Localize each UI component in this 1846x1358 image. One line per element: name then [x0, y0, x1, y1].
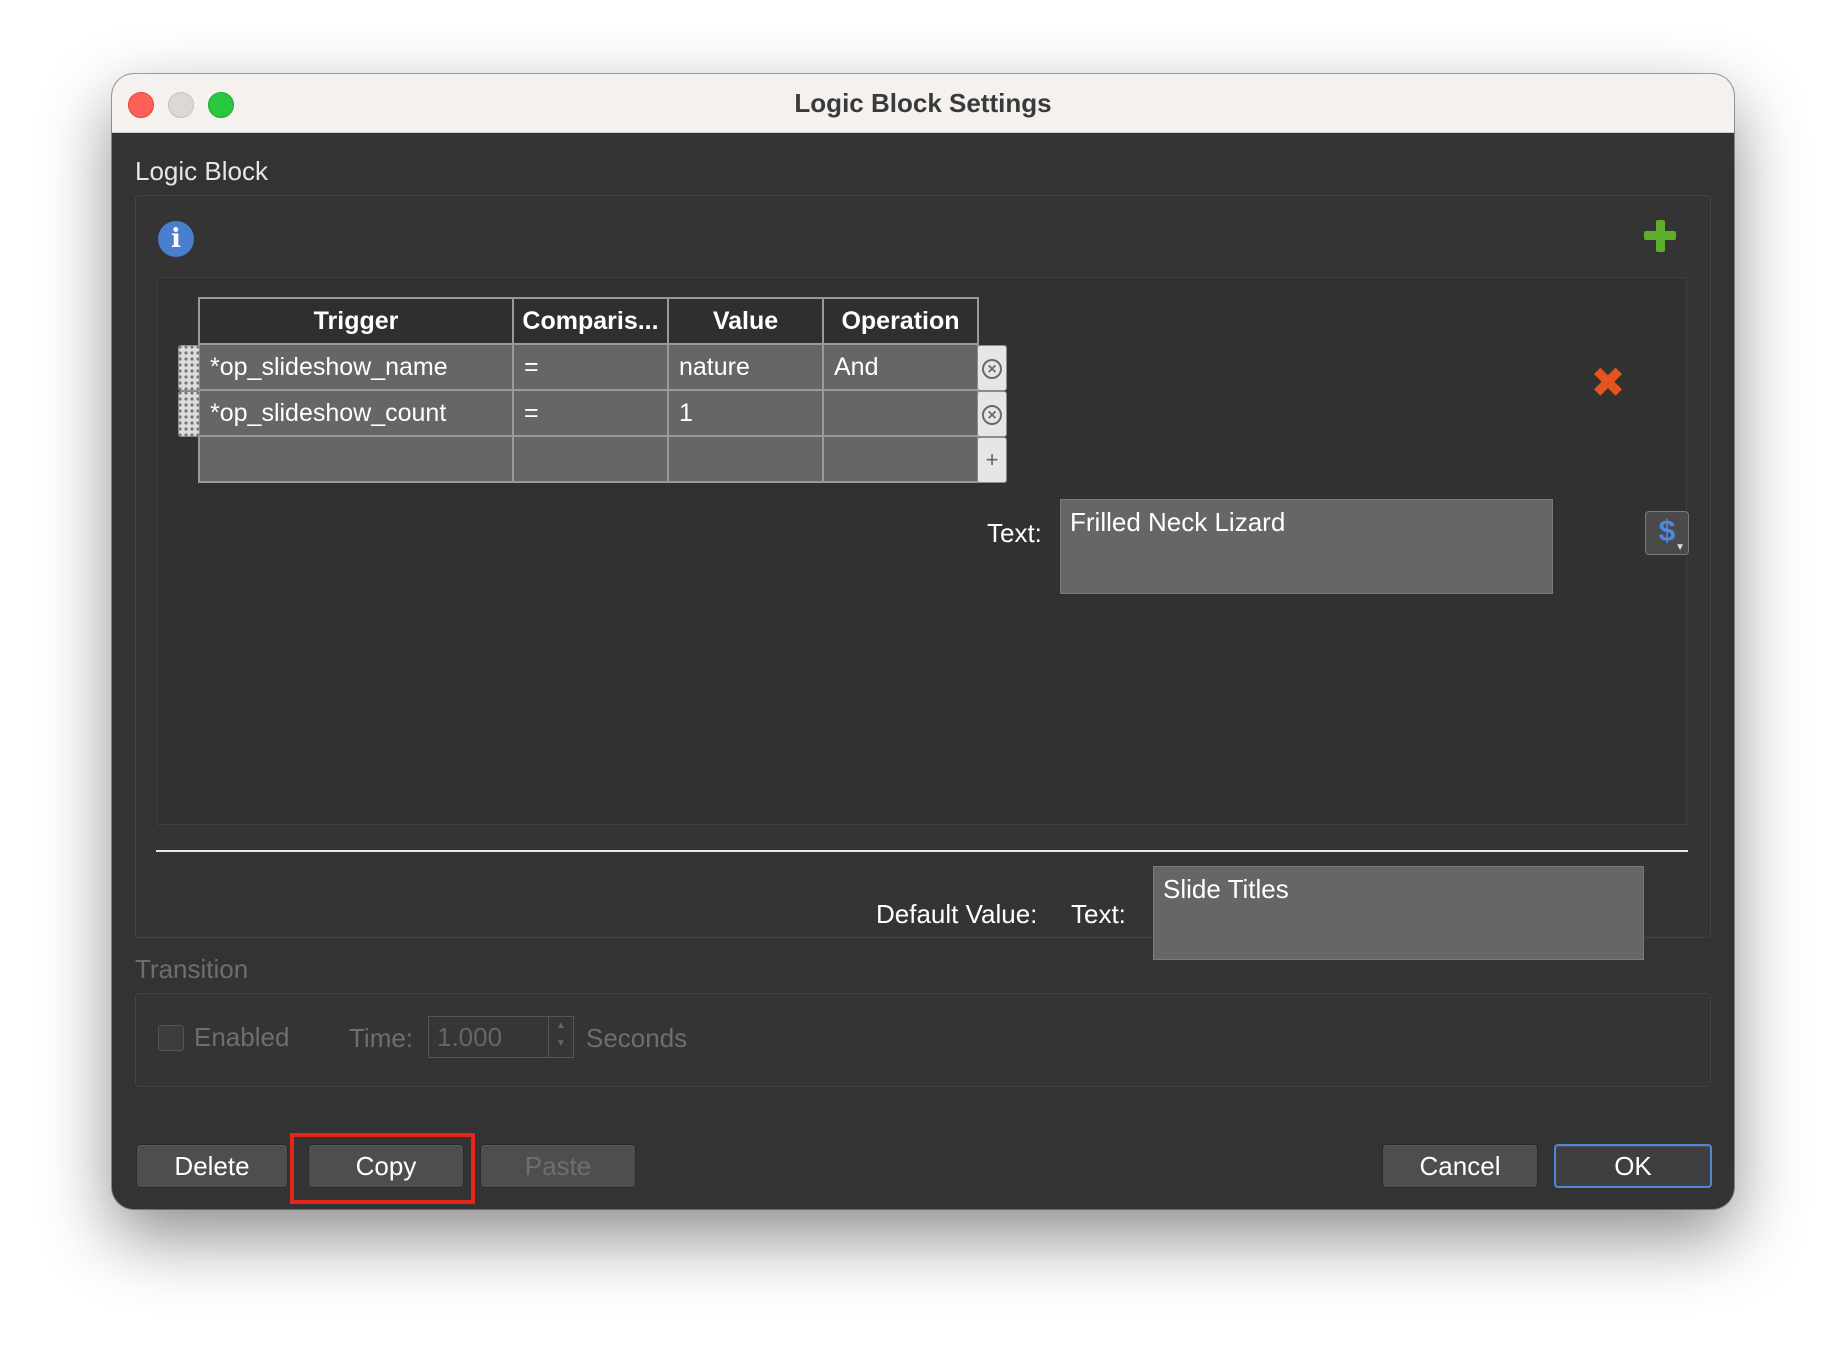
info-icon[interactable]: i	[158, 221, 194, 257]
remove-row-button[interactable]: ×	[977, 391, 1007, 437]
value-cell[interactable]: nature	[667, 343, 824, 391]
column-header-operation[interactable]: Operation	[822, 297, 979, 345]
row-drag-handle[interactable]	[178, 345, 200, 391]
enabled-label: Enabled	[194, 1022, 290, 1052]
section-divider	[156, 850, 1688, 852]
add-row-button[interactable]: +	[977, 437, 1007, 483]
add-condition-plus-icon[interactable]	[1642, 218, 1678, 254]
plus-icon: +	[985, 447, 999, 472]
time-label: Time:	[349, 1023, 414, 1053]
stepper-arrows[interactable]: ▲ ▼	[548, 1017, 573, 1057]
operation-cell-empty[interactable]	[822, 435, 979, 483]
text-label: Text:	[987, 518, 1042, 548]
table-row[interactable]: *op_slideshow_name = nature And	[198, 343, 979, 391]
delete-condition-x-icon[interactable]: ✖	[1588, 362, 1628, 404]
conditions-table: Trigger Comparis... Value Operation *op_…	[198, 297, 979, 483]
delete-button[interactable]: Delete	[136, 1144, 288, 1188]
table-row-new[interactable]	[198, 435, 979, 483]
paste-button[interactable]: Paste	[480, 1144, 636, 1188]
trigger-cell[interactable]: *op_slideshow_name	[198, 343, 514, 391]
logic-block-settings-window: Logic Block Settings Logic Block i Trigg…	[112, 74, 1734, 1209]
transition-section-label: Transition	[135, 954, 249, 984]
column-header-comparison[interactable]: Comparis...	[512, 297, 669, 345]
value-cell[interactable]: 1	[667, 389, 824, 437]
logic-block-group: i Trigger Comparis... Value Operation *o…	[135, 195, 1711, 960]
remove-circle-icon: ×	[982, 405, 1002, 426]
dropdown-caret-icon: ▼	[1675, 542, 1685, 553]
column-header-trigger[interactable]: Trigger	[198, 297, 514, 345]
column-header-value[interactable]: Value	[667, 297, 824, 345]
default-text-label: Text:	[1071, 899, 1126, 929]
remove-row-button[interactable]: ×	[977, 345, 1007, 391]
default-value-label: Default Value:	[876, 899, 1038, 929]
comparison-cell[interactable]: =	[512, 389, 669, 437]
remove-circle-icon: ×	[982, 359, 1002, 380]
seconds-label: Seconds	[586, 1023, 688, 1053]
trigger-cell[interactable]: *op_slideshow_count	[198, 389, 514, 437]
cancel-button[interactable]: Cancel	[1382, 1144, 1538, 1188]
operation-cell[interactable]	[822, 389, 979, 437]
table-header-row: Trigger Comparis... Value Operation	[198, 297, 979, 345]
default-text-value-field[interactable]: Slide Titles	[1153, 866, 1644, 960]
value-cell-empty[interactable]	[667, 435, 824, 483]
logic-block-section-label: Logic Block	[135, 156, 268, 186]
copy-highlight-box	[290, 1133, 475, 1204]
conditions-panel: Trigger Comparis... Value Operation *op_…	[157, 277, 1689, 825]
transition-group: Enabled Time: 1.000 ▲ ▼ Seconds	[135, 993, 1711, 1087]
time-value: 1.000	[437, 1022, 503, 1052]
dollar-icon: $	[1658, 515, 1676, 548]
time-stepper[interactable]: 1.000 ▲ ▼	[428, 1016, 574, 1058]
comparison-cell-empty[interactable]	[512, 435, 669, 483]
ok-button[interactable]: OK	[1554, 1144, 1712, 1188]
operation-cell[interactable]: And	[822, 343, 979, 391]
window-title: Logic Block Settings	[794, 88, 1052, 118]
text-value-field[interactable]: Frilled Neck Lizard	[1060, 499, 1553, 594]
comparison-cell[interactable]: =	[512, 343, 669, 391]
insert-variable-button[interactable]: $ ▼	[1645, 511, 1689, 555]
enabled-checkbox[interactable]	[158, 1025, 184, 1051]
title-bar: Logic Block Settings	[112, 74, 1734, 133]
table-row[interactable]: *op_slideshow_count = 1	[198, 389, 979, 437]
trigger-cell-empty[interactable]	[198, 435, 514, 483]
row-drag-handle[interactable]	[178, 391, 200, 437]
